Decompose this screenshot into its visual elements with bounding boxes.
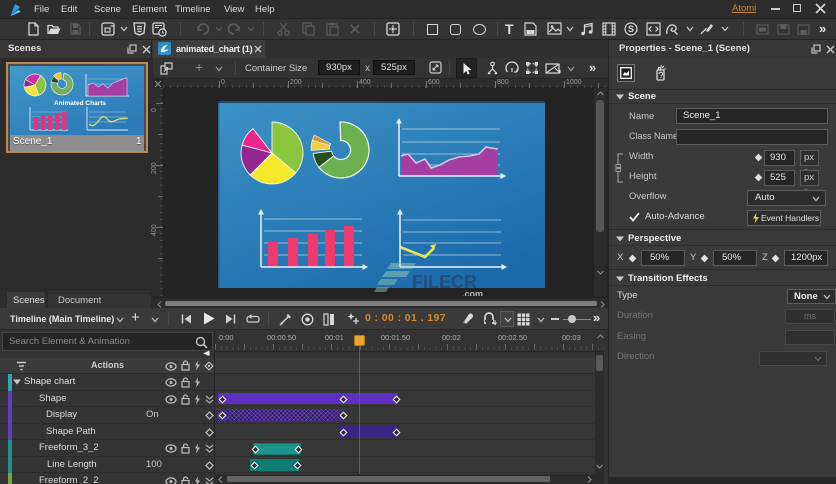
svg-text:.com: .com — [462, 289, 483, 296]
svg-text:Animated Charts: Animated Charts — [54, 100, 106, 107]
svg-text:S: S — [628, 24, 634, 34]
